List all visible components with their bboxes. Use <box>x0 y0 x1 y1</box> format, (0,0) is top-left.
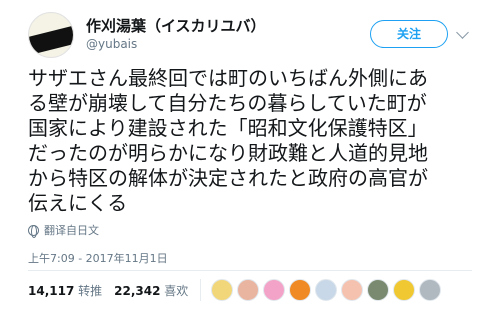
tweet-text-line: サザエさん最終回では町のいちばん外側にあ <box>28 66 428 90</box>
tweet-text-line: から特区の解体が決定されたと政府の高官が <box>28 166 428 190</box>
translate-link[interactable]: 翻译自日文 <box>28 222 99 238</box>
liker-avatars <box>211 279 445 301</box>
tweet-text: サザエさん最終回では町のいちばん外側にあ る壁が崩壊して自分たちの暮らしていた町… <box>28 66 474 216</box>
tweet-text-line: 伝えにくる <box>28 191 128 215</box>
liker-avatar-8[interactable] <box>393 279 416 301</box>
tweet-timestamp[interactable]: 上午7:09 - 2017年11月1日 <box>28 250 168 266</box>
divider <box>28 270 472 271</box>
likes-label: 喜欢 <box>164 283 189 298</box>
user-display-name[interactable]: 作刈湯葉（イスカリユバ） <box>86 15 266 36</box>
retweets-stat[interactable]: 14,117 转推 <box>28 282 102 299</box>
tweet-text-line: る壁が崩壊して自分たちの暮らしていた町が <box>28 91 427 115</box>
likes-stat[interactable]: 22,342 喜欢 <box>114 282 188 299</box>
globe-icon <box>28 224 39 238</box>
liker-avatar-9[interactable] <box>419 279 442 301</box>
chevron-down-icon[interactable] <box>456 26 469 39</box>
retweets-count: 14,117 <box>28 283 75 298</box>
user-avatar[interactable] <box>28 12 74 58</box>
liker-avatar-7[interactable] <box>367 279 390 301</box>
liker-avatar-6[interactable] <box>341 279 364 301</box>
translate-label: 翻译自日文 <box>44 224 99 237</box>
tweet-text-line: だったのが明らかになり財政難と人道的見地 <box>28 141 428 165</box>
liker-avatar-4[interactable] <box>289 279 312 301</box>
retweets-label: 转推 <box>78 283 103 298</box>
tweet-header: 作刈湯葉（イスカリユバ） @yubais 关注 <box>28 12 472 60</box>
liker-avatar-1[interactable] <box>211 279 234 301</box>
tweet-text-line: 国家により建設された「昭和文化保護特区」 <box>28 116 428 140</box>
follow-button[interactable]: 关注 <box>370 20 448 48</box>
liker-avatar-2[interactable] <box>237 279 260 301</box>
liker-avatar-5[interactable] <box>315 279 338 301</box>
user-handle[interactable]: @yubais <box>86 37 137 51</box>
liker-avatar-3[interactable] <box>263 279 286 301</box>
likes-count: 22,342 <box>114 283 161 298</box>
divider <box>200 279 202 301</box>
tweet-stats: 14,117 转推 22,342 喜欢 <box>28 276 445 304</box>
